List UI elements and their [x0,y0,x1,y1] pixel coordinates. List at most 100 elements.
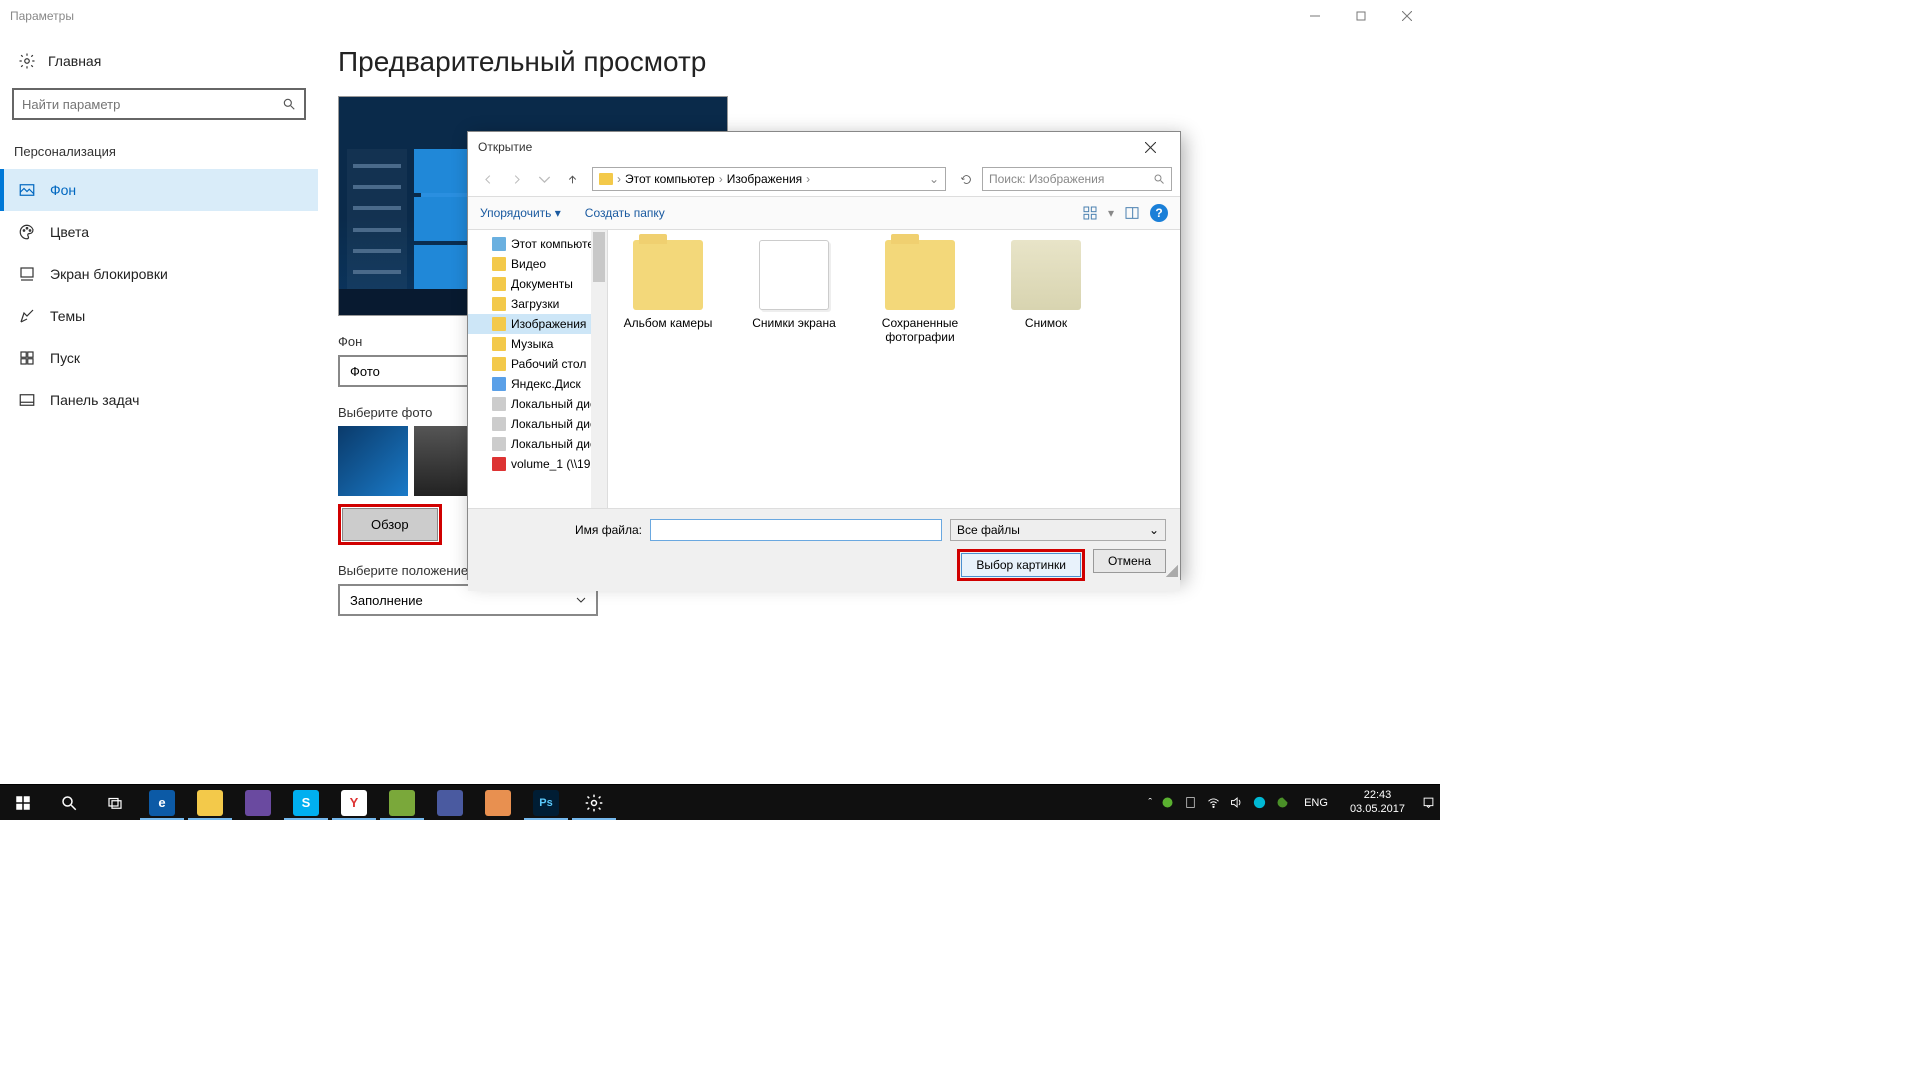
gear-icon [18,52,36,70]
taskbar-app-skype[interactable]: S [282,785,330,820]
palette-icon [18,223,36,241]
image-icon [1011,240,1081,310]
browse-button[interactable]: Обзор [342,508,438,541]
tree-item[interactable]: Локальный диск [468,434,607,454]
folder-icon [885,240,955,310]
taskbar-app-paint[interactable] [474,785,522,820]
tree-item[interactable]: Документы [468,274,607,294]
taskbar-app-yandex[interactable]: Y [330,785,378,820]
system-tray: ˆ ENG 22:43 03.05.2017 [1148,789,1440,817]
list-item[interactable]: Снимок [996,240,1096,330]
recent-dropdown[interactable] [532,167,556,191]
clock[interactable]: 22:43 03.05.2017 [1342,789,1413,817]
list-item[interactable]: Альбом камеры [618,240,718,330]
window-title: Параметры [10,9,74,23]
refresh-button[interactable] [954,167,978,191]
list-item[interactable]: Снимки экрана [744,240,844,330]
tray-icon[interactable] [1252,795,1267,810]
taskbar-app-settings[interactable] [570,785,618,820]
search-placeholder: Поиск: Изображения [989,172,1104,186]
tree-item[interactable]: Яндекс.Диск [468,374,607,394]
computer-icon [599,173,613,185]
preview-pane-icon[interactable] [1124,205,1140,221]
cancel-button[interactable]: Отмена [1093,549,1166,573]
folder-tree[interactable]: Этот компьютер Видео Документы Загрузки … [468,230,608,508]
notifications-icon[interactable] [1421,795,1436,810]
task-view-button[interactable] [92,785,138,820]
list-item[interactable]: Сохраненные фотографии [870,240,970,344]
organize-menu[interactable]: Упорядочить ▾ [480,206,561,220]
view-icon[interactable] [1082,205,1098,221]
select-picture-button[interactable]: Выбор картинки [961,553,1081,577]
sidebar-item-themes[interactable]: Темы [0,295,318,337]
tray-icon[interactable] [1183,795,1198,810]
wifi-icon[interactable] [1206,795,1221,810]
start-button[interactable] [0,785,46,820]
dialog-search[interactable]: Поиск: Изображения [982,167,1172,191]
filetype-dropdown[interactable]: Все файлы⌄ [950,519,1166,541]
tree-item[interactable]: volume_1 (\\192 [468,454,607,474]
forward-button[interactable] [504,167,528,191]
tree-item[interactable]: Музыка [468,334,607,354]
section-header: Персонализация [0,138,318,169]
sidebar-item-start[interactable]: Пуск [0,337,318,379]
help-icon[interactable]: ? [1150,204,1168,222]
address-bar[interactable]: › Этот компьютер › Изображения › ⌄ [592,167,946,191]
taskbar-app-photoshop[interactable]: Ps [522,785,570,820]
home-link[interactable]: Главная [0,42,318,80]
language-indicator[interactable]: ENG [1298,797,1334,809]
tree-item[interactable]: Локальный диск [468,394,607,414]
taskbar-app-notepad[interactable] [378,785,426,820]
taskbar-app-edge[interactable]: e [138,785,186,820]
chevron-down-icon: ⌄ [1149,523,1159,537]
filename-input[interactable] [650,519,942,541]
maximize-button[interactable] [1338,0,1384,32]
dialog-nav: › Этот компьютер › Изображения › ⌄ Поиск… [468,162,1180,196]
tree-item[interactable]: Видео [468,254,607,274]
new-folder-button[interactable]: Создать папку [585,206,665,220]
tray-icon[interactable] [1275,795,1290,810]
sidebar-item-taskbar[interactable]: Панель задач [0,379,318,421]
sidebar-item-colors[interactable]: Цвета [0,211,318,253]
scrollbar[interactable] [591,230,607,508]
close-icon [1145,142,1156,153]
back-button[interactable] [476,167,500,191]
minimize-button[interactable] [1292,0,1338,32]
taskbar-app-explorer[interactable] [186,785,234,820]
tree-item[interactable]: Локальный диск [468,414,607,434]
breadcrumb[interactable]: Этот компьютер [625,172,715,186]
dialog-bottom: Имя файла: Все файлы⌄ Выбор картинки Отм… [468,508,1180,591]
search-input[interactable] [22,97,282,112]
start-icon [18,349,36,367]
search-button[interactable] [46,785,92,820]
close-button[interactable] [1384,0,1430,32]
breadcrumb[interactable]: Изображения [727,172,802,186]
up-button[interactable] [560,167,584,191]
themes-icon [18,307,36,325]
taskbar: e S Y Ps ˆ ENG 22:43 03.05.2017 [0,785,1440,820]
tree-item-selected[interactable]: Изображения [468,314,607,334]
taskbar-app-save[interactable] [426,785,474,820]
volume-icon[interactable] [1229,795,1244,810]
resize-grip[interactable] [1166,565,1178,577]
search-input-wrap[interactable] [12,88,306,120]
sidebar-item-label: Темы [50,308,85,324]
tree-item[interactable]: Рабочий стол [468,354,607,374]
dialog-close-button[interactable] [1130,132,1170,162]
picture-icon [18,181,36,199]
chevron-down-icon [576,595,586,605]
sidebar-item-label: Пуск [50,350,80,366]
tray-chevron-icon[interactable]: ˆ [1148,797,1152,809]
sidebar-item-background[interactable]: Фон [0,169,318,211]
tree-item[interactable]: Этот компьютер [468,234,607,254]
chevron-down-icon[interactable]: ⌄ [929,172,939,186]
sidebar-item-lockscreen[interactable]: Экран блокировки [0,253,318,295]
dialog-titlebar: Открытие [468,132,1180,162]
sidebar-item-label: Цвета [50,224,89,240]
page-title: Предварительный просмотр [338,46,1420,78]
thumbnail[interactable] [338,426,408,496]
highlight-browse: Обзор [338,504,442,545]
taskbar-app-snip[interactable] [234,785,282,820]
tree-item[interactable]: Загрузки [468,294,607,314]
tray-icon[interactable] [1160,795,1175,810]
